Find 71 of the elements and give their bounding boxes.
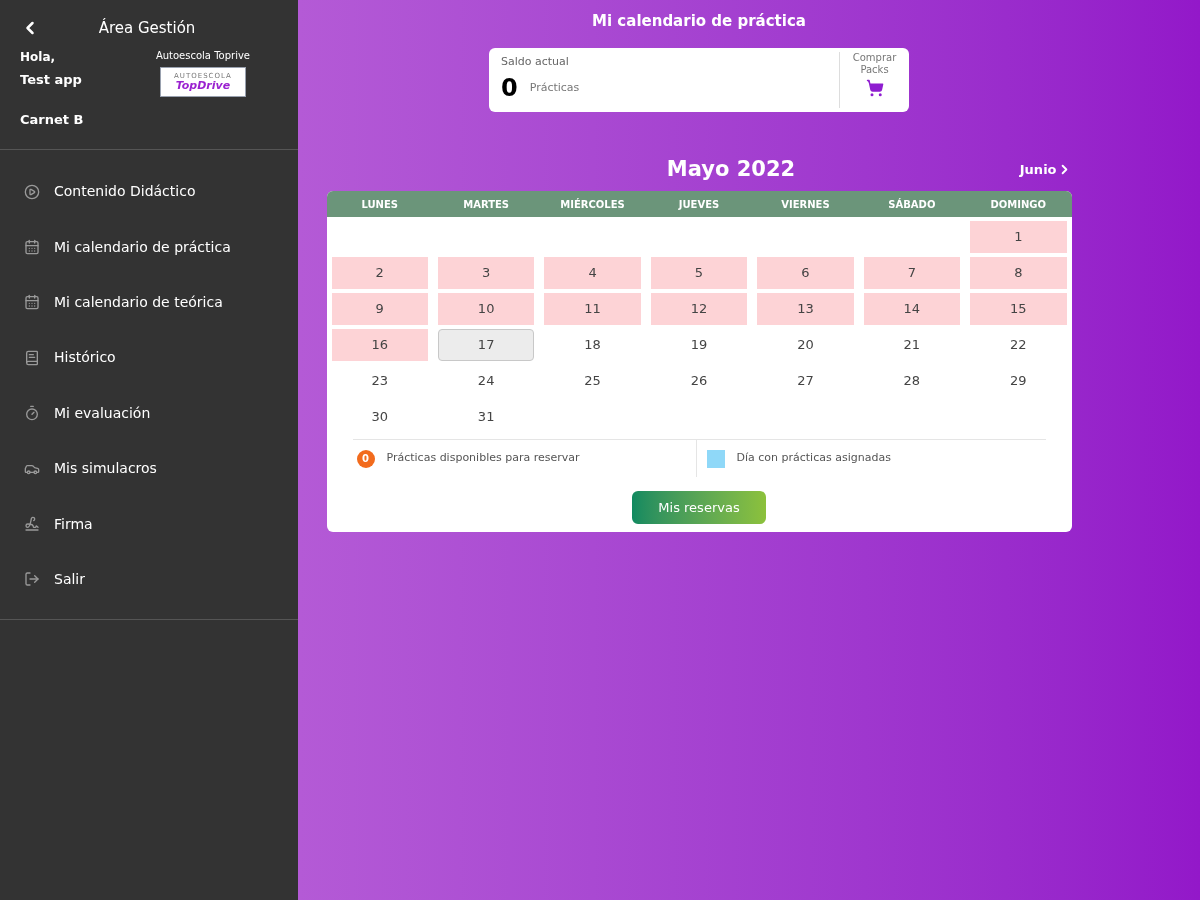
weekday-label: DOMINGO: [989, 197, 1048, 212]
calendar-icon: [24, 239, 40, 256]
calendar-day[interactable]: 8: [970, 257, 1067, 289]
nav-item[interactable]: Mis simulacros: [0, 440, 298, 497]
balance-unit: Prácticas: [529, 79, 580, 96]
balance-label: Saldo actual: [501, 53, 570, 70]
calendar-day[interactable]: 6: [757, 257, 854, 289]
page-title: Mi calendario de práctica: [592, 11, 806, 32]
calendar-day[interactable]: 23: [331, 365, 428, 397]
calendar-day[interactable]: 26: [650, 365, 748, 397]
calendar-day[interactable]: 21: [863, 329, 961, 361]
weekday-label: JUEVES: [677, 197, 721, 212]
calendar-day[interactable]: 19: [650, 329, 748, 361]
sidebar-title: Área Gestión: [97, 17, 197, 39]
calendar-day[interactable]: 29: [970, 365, 1067, 397]
calendar-day[interactable]: 2: [331, 257, 428, 289]
calendar-day[interactable]: 14: [863, 293, 961, 325]
cart-icon: [865, 78, 884, 97]
calendar-day[interactable]: 7: [863, 257, 961, 289]
nav-item[interactable]: Mi evaluación: [0, 385, 298, 441]
stopwatch-icon: [24, 405, 40, 422]
nav-item[interactable]: Salir: [0, 551, 298, 608]
nav-item[interactable]: Contenido Didáctico: [0, 164, 298, 220]
logout-icon: [24, 571, 40, 588]
calendar-day[interactable]: 25: [544, 365, 641, 397]
calendar-day[interactable]: 24: [437, 365, 535, 397]
legend-label: Prácticas disponibles para reservar: [386, 450, 580, 467]
calendar-day[interactable]: 31: [437, 401, 535, 433]
greeting: Hola,: [20, 49, 57, 66]
weekday-label: MIÉRCOLES: [559, 197, 626, 212]
calendar-day[interactable]: 18: [544, 329, 641, 361]
calendar-day[interactable]: 16: [331, 329, 428, 361]
signature-icon: [24, 516, 40, 533]
calendar-day[interactable]: 27: [757, 365, 854, 397]
weekday-label: SÁBADO: [887, 197, 937, 212]
calendar-icon: [24, 294, 40, 311]
calendar-day[interactable]: 4: [544, 257, 641, 289]
legend-badge: 0: [356, 449, 375, 468]
calendar-day[interactable]: 9: [331, 293, 428, 325]
calendar-day[interactable]: 17: [437, 329, 535, 361]
my-bookings-button[interactable]: Mis reservas: [632, 491, 766, 524]
calendar-day[interactable]: 1: [970, 221, 1067, 253]
play-icon: [24, 183, 40, 200]
school-name: Autoescola Toprive: [155, 49, 250, 63]
logo-brand: TopDrive: [175, 80, 231, 91]
weekday-label: MARTES: [462, 197, 511, 212]
weekday-label: VIERNES: [780, 197, 831, 212]
weekday-label: LUNES: [360, 197, 399, 212]
calendar-day[interactable]: 15: [970, 293, 1067, 325]
calendar-day[interactable]: 12: [650, 293, 748, 325]
nav-item[interactable]: Mi calendario de teórica: [0, 274, 298, 331]
calendar-day[interactable]: 11: [544, 293, 641, 325]
calendar-day[interactable]: 3: [437, 257, 535, 289]
calendar-day[interactable]: 20: [757, 329, 854, 361]
nav-item[interactable]: Histórico: [0, 330, 298, 386]
calendar-day[interactable]: 30: [331, 401, 428, 433]
license-label: Carnet B: [20, 110, 84, 129]
book-icon: [24, 349, 40, 366]
calendar-day[interactable]: 28: [863, 365, 961, 397]
calendar-day[interactable]: 22: [970, 329, 1067, 361]
next-month-button[interactable]: Junio: [1019, 159, 1072, 179]
balance-count: 0: [501, 73, 518, 104]
nav-item[interactable]: Firma: [0, 496, 298, 552]
nav-item[interactable]: Mi calendario de práctica: [0, 219, 298, 275]
calendar-day[interactable]: 13: [757, 293, 854, 325]
user-name: Test app: [20, 71, 83, 89]
legend-label: Día con prácticas asignadas: [736, 450, 891, 467]
calendar-day[interactable]: 10: [437, 293, 535, 325]
month-title: Mayo 2022: [666, 155, 796, 183]
buy-packs-button[interactable]: Comprar Packs: [839, 51, 909, 108]
calendar-day[interactable]: 5: [650, 257, 748, 289]
